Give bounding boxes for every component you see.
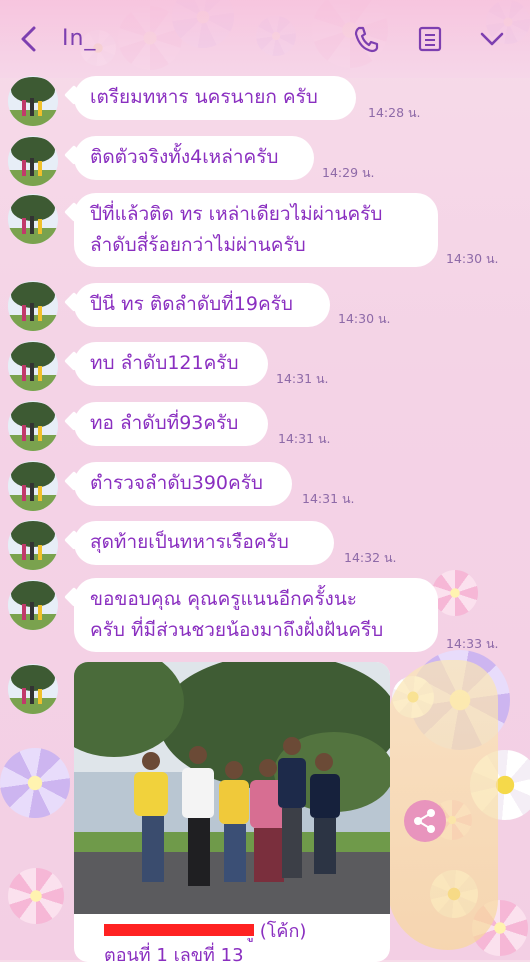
message-bubble[interactable]: ทอ ลำดับที่93ครับ bbox=[74, 402, 268, 446]
message-bubble[interactable]: สุดท้ายเป็นทหารเรือครับ bbox=[74, 521, 334, 565]
group-photo[interactable] bbox=[74, 662, 390, 914]
message-time: 14:33 น. bbox=[446, 636, 499, 651]
phone-icon[interactable] bbox=[350, 22, 382, 56]
avatar[interactable] bbox=[8, 281, 58, 331]
chat-header: In_ bbox=[0, 0, 530, 78]
background-flower bbox=[0, 748, 70, 818]
message-time: 14:29 น. bbox=[322, 165, 375, 180]
photo-message[interactable]: ู (โค้ก) ตอนที่ 1 เลขที่ 13 bbox=[74, 662, 390, 962]
message-bubble[interactable]: ปีที่แล้วติด ทร เหล่าเดียวไม่ผ่านครับ ลำ… bbox=[74, 193, 438, 267]
menu-icon[interactable] bbox=[414, 22, 446, 56]
message-time: 14:31 น. bbox=[302, 491, 355, 506]
background-flower bbox=[8, 868, 64, 924]
avatar[interactable] bbox=[8, 520, 58, 570]
message-bubble[interactable]: ทบ ลำดับ121ครับ bbox=[74, 342, 268, 386]
redaction-bar bbox=[104, 924, 254, 936]
chevron-left-icon[interactable] bbox=[14, 22, 44, 56]
message-time: 14:31 น. bbox=[278, 431, 331, 446]
avatar[interactable] bbox=[8, 401, 58, 451]
avatar[interactable] bbox=[8, 194, 58, 244]
message-time: 14:31 น. bbox=[276, 371, 329, 386]
message-time: 14:32 น. bbox=[344, 550, 397, 565]
avatar[interactable] bbox=[8, 136, 58, 186]
background-flower bbox=[432, 570, 478, 616]
share-icon bbox=[414, 809, 435, 833]
avatar[interactable] bbox=[8, 664, 58, 714]
message-bubble[interactable]: เตรียมทหาร นครนายก ครับ bbox=[74, 76, 356, 120]
message-time: 14:30 น. bbox=[338, 311, 391, 326]
message-time: 14:30 น. bbox=[446, 251, 499, 266]
message-bubble[interactable]: ติดตัวจริงทั้ง4เหล่าครับ bbox=[74, 136, 314, 180]
avatar[interactable] bbox=[8, 76, 58, 126]
avatar[interactable] bbox=[8, 580, 58, 630]
message-time: 14:28 น. bbox=[368, 105, 421, 120]
message-bubble[interactable]: ขอขอบคุณ คุณครูแนนอีกครั้งนะ ครับ ที่มีส… bbox=[74, 578, 438, 652]
chevron-down-icon[interactable] bbox=[476, 22, 508, 56]
message-bubble[interactable]: ปีนี ทร ติดลำดับที่19ครับ bbox=[74, 283, 330, 327]
avatar[interactable] bbox=[8, 341, 58, 391]
message-bubble[interactable]: ตำรวจลำดับ390ครับ bbox=[74, 462, 292, 506]
chat-title[interactable]: In_ bbox=[62, 26, 96, 51]
avatar[interactable] bbox=[8, 461, 58, 511]
share-button[interactable] bbox=[404, 800, 446, 842]
